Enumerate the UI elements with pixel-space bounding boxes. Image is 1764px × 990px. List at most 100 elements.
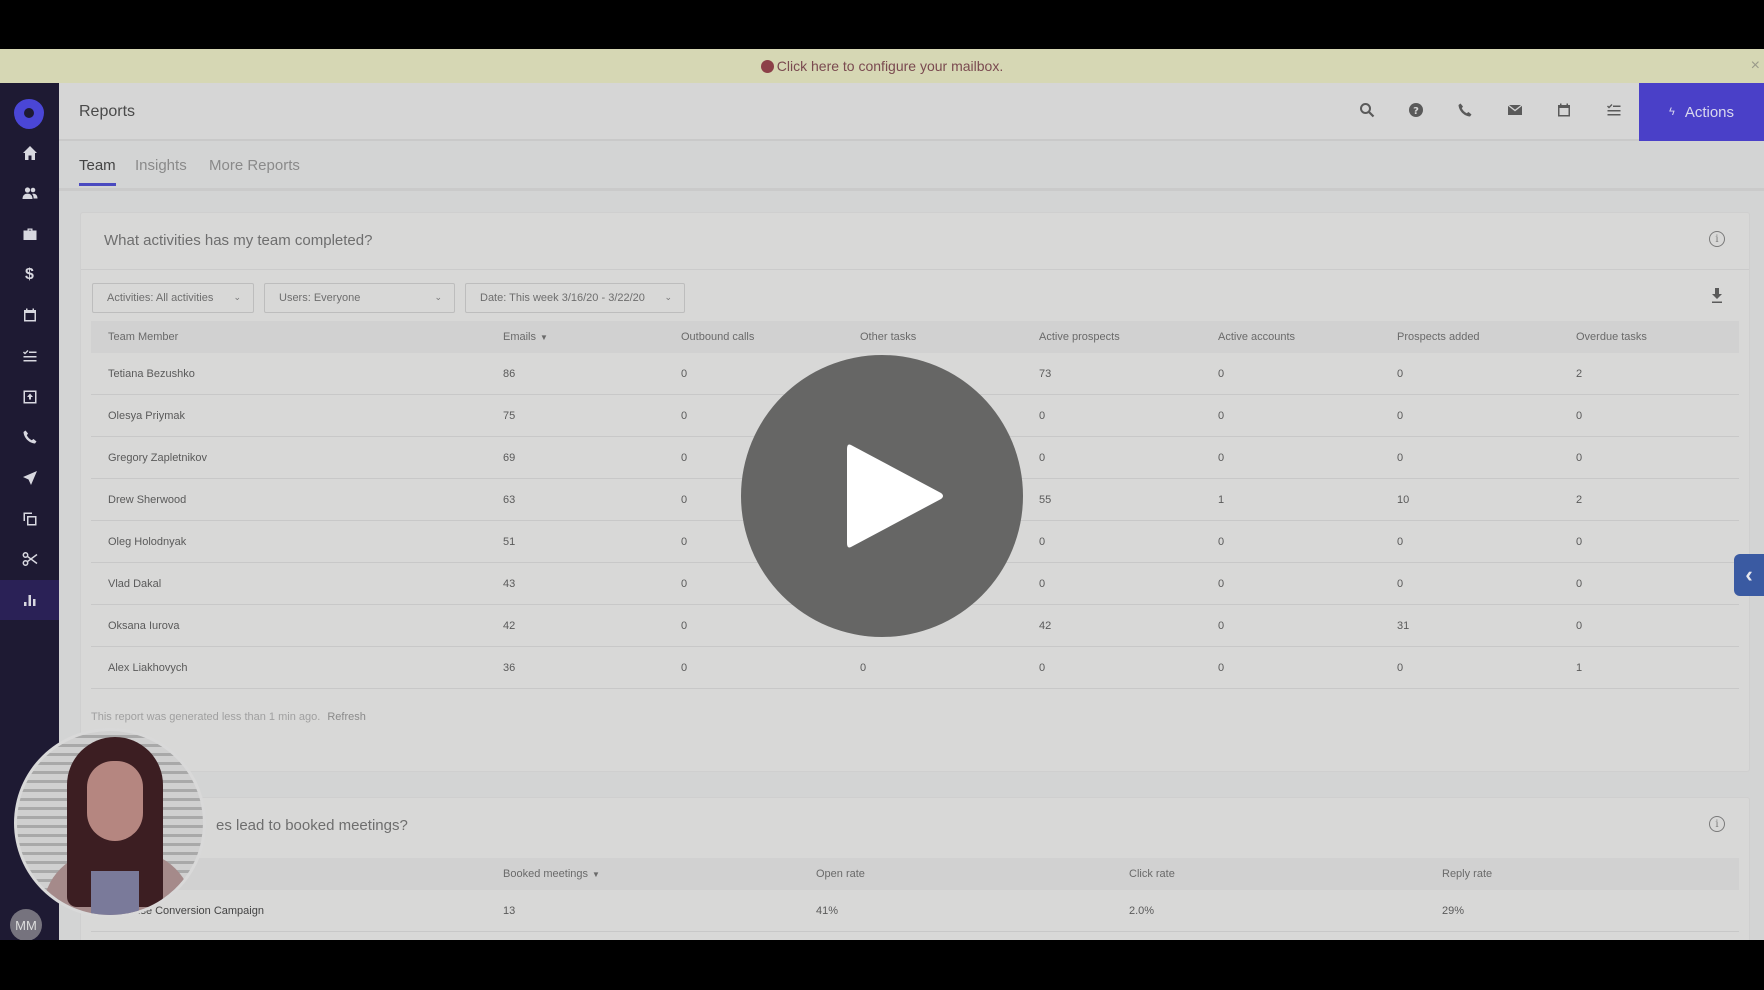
active-prospects-value: 0 — [1039, 451, 1046, 464]
member-name[interactable]: Tetiana Bezushko — [108, 368, 195, 380]
col-reply-rate[interactable]: Reply rate — [1442, 868, 1492, 880]
col-active-prospects[interactable]: Active prospects — [1039, 331, 1120, 343]
outbound-calls-value: 0 — [681, 535, 688, 548]
sidebar-item-prospects[interactable] — [0, 173, 59, 213]
search-button[interactable] — [1357, 100, 1377, 120]
phone-icon — [1458, 103, 1472, 117]
col-prospects-added[interactable]: Prospects added — [1397, 331, 1480, 343]
col-active-accounts[interactable]: Active accounts — [1218, 331, 1295, 343]
search-icon — [1360, 103, 1375, 118]
calendar-button[interactable] — [1554, 100, 1574, 120]
info-icon[interactable]: i — [1709, 816, 1725, 832]
mail-icon — [1507, 104, 1523, 115]
briefcase-icon — [23, 228, 36, 240]
col-click-rate[interactable]: Click rate — [1129, 868, 1175, 880]
info-icon[interactable]: i — [1709, 231, 1725, 247]
outbound-calls-value: 0 — [681, 451, 688, 464]
emails-value: 51 — [503, 535, 516, 548]
phone-button[interactable] — [1455, 100, 1475, 120]
outbound-calls-value: 0 — [681, 619, 688, 632]
table-header: Team Member Emails ▼ Outbound calls Other… — [91, 321, 1739, 353]
help-button[interactable]: ? — [1406, 100, 1426, 120]
tab-team[interactable]: Team — [79, 157, 116, 186]
col-team-member[interactable]: Team Member — [108, 331, 178, 343]
tab-insights[interactable]: Insights — [135, 157, 187, 174]
activities-filter[interactable]: Activities: All activities ⌄ — [92, 283, 254, 313]
col-booked-meetings[interactable]: Booked meetings ▼ — [503, 868, 600, 880]
sort-desc-icon: ▼ — [592, 870, 600, 879]
col-booked-label: Booked meetings — [503, 868, 588, 880]
prospects-added-value: 0 — [1397, 535, 1404, 548]
sort-desc-icon: ▼ — [540, 333, 548, 342]
sidebar-item-accounts[interactable] — [0, 214, 59, 254]
col-outbound-calls[interactable]: Outbound calls — [681, 331, 754, 343]
sidebar-item-meetings[interactable] — [0, 295, 59, 335]
sidebar-item-home[interactable] — [0, 133, 59, 173]
active-accounts-value: 0 — [1218, 661, 1225, 674]
video-play-button[interactable] — [741, 355, 1023, 637]
outbound-calls-value: 0 — [681, 367, 688, 380]
sidebar-item-templates[interactable] — [0, 499, 59, 539]
member-name[interactable]: Oleg Holodnyak — [108, 536, 186, 548]
download-icon[interactable] — [1709, 287, 1725, 305]
sidebar-item-reports[interactable] — [0, 580, 59, 620]
other-tasks-value: 0 — [860, 661, 867, 674]
tab-more-reports[interactable]: More Reports — [209, 157, 300, 174]
reply-rate-value: 29% — [1442, 904, 1465, 917]
prospects-added-value: 0 — [1397, 409, 1404, 422]
tasks-button[interactable] — [1604, 100, 1624, 120]
outbound-calls-value: 0 — [681, 493, 688, 506]
overdue-tasks-value: 0 — [1576, 409, 1583, 422]
alert-icon — [760, 59, 774, 73]
page-title: Reports — [79, 103, 136, 120]
member-name[interactable]: Gregory Zapletnikov — [108, 452, 207, 464]
member-name[interactable]: Oksana Iurova — [108, 620, 180, 632]
member-name[interactable]: Olesya Priymak — [108, 410, 185, 422]
calendar-icon — [1558, 103, 1570, 117]
date-filter[interactable]: Date: This week 3/16/20 - 3/22/20 ⌄ — [465, 283, 685, 313]
col-emails[interactable]: Emails ▼ — [503, 331, 548, 343]
outreach-logo[interactable] — [14, 99, 44, 129]
open-rate-value: 41% — [816, 904, 839, 917]
app-frame: Click here to configure your mailbox. × … — [0, 49, 1764, 940]
sidebar-item-tasks[interactable] — [0, 336, 59, 376]
col-other-tasks[interactable]: Other tasks — [860, 331, 916, 343]
prospects-added-value: 10 — [1397, 493, 1410, 506]
overdue-tasks-value: 2 — [1576, 493, 1583, 506]
col-overdue-tasks[interactable]: Overdue tasks — [1576, 331, 1647, 343]
sidebar-item-opportunities[interactable]: $ — [0, 255, 59, 295]
active-prospects-value: 0 — [1039, 661, 1046, 674]
refresh-link[interactable]: Refresh — [327, 711, 366, 723]
mailbox-banner[interactable]: Click here to configure your mailbox. × — [0, 49, 1764, 83]
member-name[interactable]: Vlad Dakal — [108, 578, 161, 590]
banner-text[interactable]: Click here to configure your mailbox. — [777, 58, 1003, 74]
users-filter[interactable]: Users: Everyone ⌄ — [264, 283, 455, 313]
sidebar-item-calls[interactable] — [0, 417, 59, 457]
active-accounts-value: 0 — [1218, 577, 1225, 590]
active-accounts-value: 0 — [1218, 535, 1225, 548]
user-avatar[interactable]: MM — [10, 909, 42, 940]
sidebar-item-snippets[interactable] — [0, 539, 59, 579]
scissors-icon — [22, 552, 37, 566]
actions-button[interactable]: ϟ Actions — [1639, 83, 1764, 141]
task-list-icon — [1607, 104, 1621, 116]
sidebar-item-sequences[interactable] — [0, 458, 59, 498]
active-accounts-value: 0 — [1218, 409, 1225, 422]
member-name[interactable]: Drew Sherwood — [108, 494, 186, 506]
report-tabs: Team Insights More Reports — [59, 141, 1764, 191]
svg-text:?: ? — [1413, 106, 1419, 117]
prospects-added-value: 0 — [1397, 577, 1404, 590]
table-row[interactable]: Alex Liakhovych 36 0 0 0 0 0 1 — [91, 647, 1739, 689]
collapse-panel-button[interactable]: ‹ — [1734, 554, 1764, 596]
mail-button[interactable] — [1505, 100, 1525, 120]
sidebar-item-inbox[interactable] — [0, 377, 59, 417]
chevron-down-icon: ⌄ — [434, 292, 442, 302]
chevron-down-icon: ⌄ — [664, 292, 672, 302]
col-open-rate[interactable]: Open rate — [816, 868, 865, 880]
close-icon[interactable]: × — [1751, 57, 1760, 75]
users-filter-label: Users: Everyone — [279, 292, 361, 304]
member-name[interactable]: Alex Liakhovych — [108, 662, 188, 674]
table-row[interactable]: ise Conversion Campaign 13 41% 2.0% 29% — [91, 890, 1739, 932]
prospects-added-value: 0 — [1397, 367, 1404, 380]
active-accounts-value: 0 — [1218, 367, 1225, 380]
